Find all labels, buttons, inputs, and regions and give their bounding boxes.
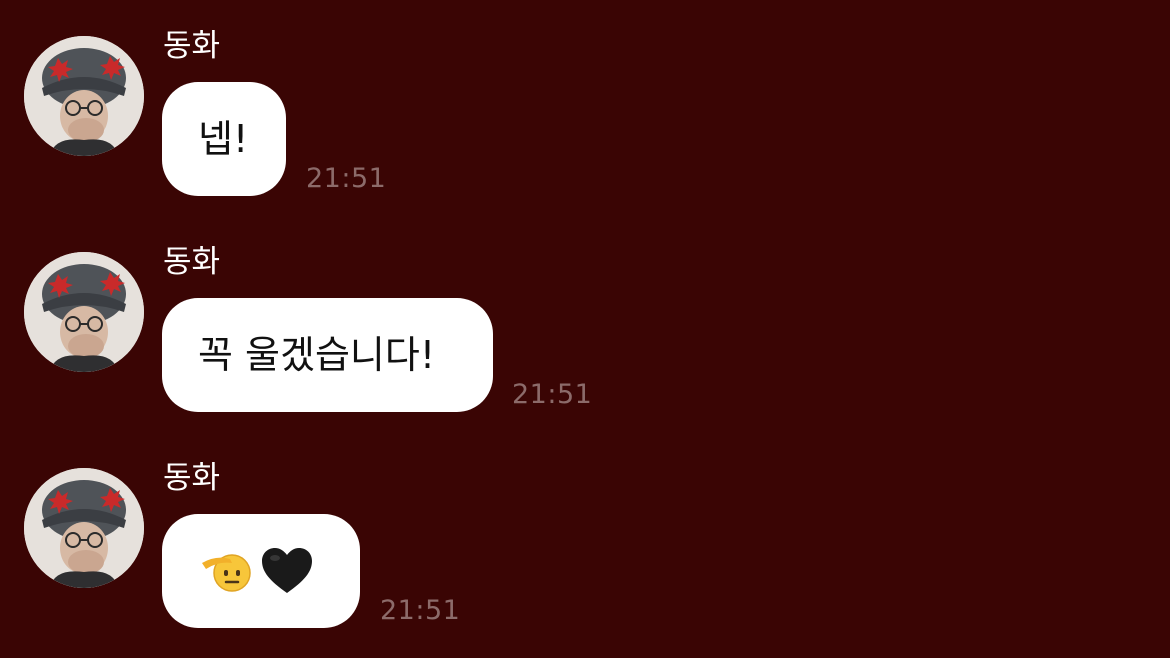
chat-message: 동화 꼭 울겠습니다! 21:51 xyxy=(0,216,1170,426)
sender-name: 동화 xyxy=(163,460,221,496)
message-timestamp: 21:51 xyxy=(306,163,387,194)
sender-name: 동화 xyxy=(163,244,221,280)
avatar[interactable] xyxy=(24,36,144,156)
avatar-image xyxy=(24,36,144,156)
saluting-face-emoji xyxy=(202,554,251,592)
avatar-image xyxy=(24,468,144,588)
chat-message: 동화 21:51 xyxy=(0,432,1170,642)
message-bubble[interactable] xyxy=(162,514,360,628)
message-bubble[interactable]: 꼭 울겠습니다! xyxy=(162,298,493,412)
message-timestamp: 21:51 xyxy=(380,595,461,626)
avatar-image xyxy=(24,252,144,372)
avatar[interactable] xyxy=(24,252,144,372)
chat-message: 동화 넵! 21:51 xyxy=(0,0,1170,210)
avatar[interactable] xyxy=(24,468,144,588)
sender-name: 동화 xyxy=(163,28,221,64)
message-bubble[interactable]: 넵! xyxy=(162,82,286,196)
black-heart-emoji xyxy=(262,548,312,593)
message-timestamp: 21:51 xyxy=(512,379,593,410)
